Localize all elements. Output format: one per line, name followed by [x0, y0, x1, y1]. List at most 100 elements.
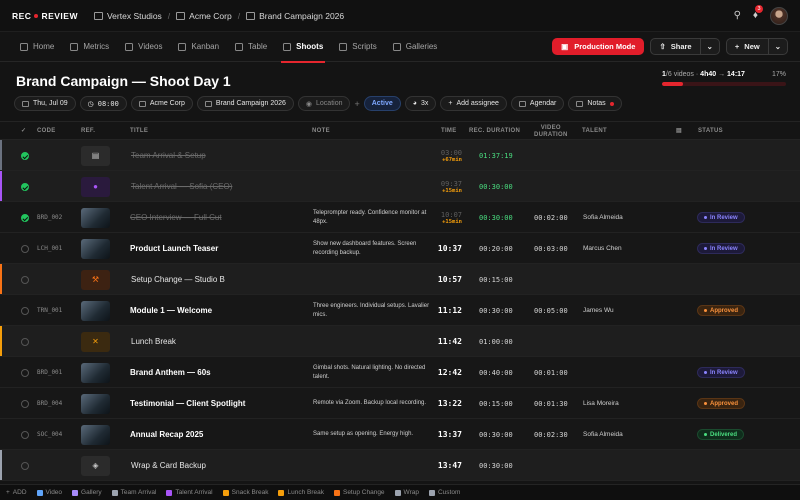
- row-checkbox[interactable]: [21, 430, 29, 439]
- table-row[interactable]: SOC_004 Annual Recap 2025 Same setup as op…: [0, 419, 800, 450]
- tab-galleries[interactable]: Galleries: [385, 32, 446, 62]
- status-badge[interactable]: Approved: [697, 398, 746, 409]
- notes-chip[interactable]: Notas: [568, 96, 622, 111]
- table-row[interactable]: BRD_002 CEO Interview — Full Cut Telepromp…: [0, 202, 800, 233]
- col-ref[interactable]: REF.: [81, 122, 95, 141]
- row-title[interactable]: Setup Change — Studio B: [131, 275, 225, 284]
- add-video-button[interactable]: Video: [36, 489, 62, 496]
- row-title[interactable]: Lunch Break: [131, 337, 176, 346]
- row-checkbox[interactable]: [21, 275, 29, 284]
- chevron-down-icon: ⌄: [774, 42, 781, 51]
- add-talent-arrival-button[interactable]: Talent Arrival: [166, 489, 213, 496]
- video-thumbnail[interactable]: [81, 393, 110, 414]
- add-custom-button[interactable]: Custom: [428, 489, 460, 496]
- add-setup-change-button[interactable]: Setup Change: [333, 489, 385, 496]
- breadcrumb-workspace[interactable]: Vertex Studios: [93, 11, 162, 21]
- col-status[interactable]: STATUS: [698, 122, 723, 141]
- row-note: Remote via Zoom. Backup local recording.: [313, 400, 427, 407]
- table-row[interactable]: BRD_001 Brand Anthem — 60s Gimbal shots. N…: [0, 357, 800, 388]
- table-row[interactable]: ✕ Lunch Break 11:42 01:00:00: [0, 326, 800, 357]
- table-row[interactable]: TRN_001 Module 1 — Welcome Three engineers…: [0, 295, 800, 326]
- location-chip[interactable]: ◉ Location: [297, 96, 351, 111]
- col-time[interactable]: TIME: [441, 122, 457, 141]
- status-badge[interactable]: Delivered: [697, 429, 745, 440]
- bell-icon[interactable]: ♦ 3: [753, 5, 763, 21]
- row-title[interactable]: Wrap & Card Backup: [131, 461, 206, 470]
- video-thumbnail[interactable]: [81, 300, 110, 321]
- production-mode-button[interactable]: ▣ Production Mode: [552, 38, 645, 55]
- add-team-arrival-button[interactable]: Team Arrival: [111, 489, 156, 496]
- row-note: Gimbal shots. Natural lighting. No direc…: [313, 365, 426, 380]
- row-checkbox[interactable]: [21, 151, 29, 160]
- avatar[interactable]: [770, 6, 788, 25]
- add-gallery-button[interactable]: Gallery: [72, 489, 102, 496]
- table-row[interactable]: BRD_004 Testimonial — Client Spotlight Rem…: [0, 388, 800, 419]
- row-title[interactable]: CEO Interview — Full Cut: [130, 213, 222, 222]
- add-snack-break-button[interactable]: Snack Break: [222, 489, 268, 496]
- video-thumbnail[interactable]: [81, 207, 110, 228]
- new-dropdown-button[interactable]: ⌄: [768, 38, 788, 55]
- add-icon[interactable]: +: [354, 99, 359, 109]
- table-row[interactable]: ▤ Team Arrival & Setup 03:00 +67min 01:37:19: [0, 140, 800, 171]
- status-chip[interactable]: Active: [363, 96, 401, 111]
- status-badge[interactable]: In Review: [697, 367, 745, 378]
- row-checkbox[interactable]: [21, 337, 29, 346]
- status-badge[interactable]: In Review: [697, 212, 745, 223]
- video-thumbnail[interactable]: [81, 362, 110, 383]
- project-chip[interactable]: Brand Campaign 2026: [196, 96, 294, 111]
- row-checkbox[interactable]: [21, 461, 29, 470]
- row-time: 13:22: [437, 399, 462, 408]
- row-title[interactable]: Product Launch Teaser: [130, 244, 218, 253]
- row-title[interactable]: Talent Arrival — Sofia (CEO): [131, 182, 232, 191]
- col-code[interactable]: CODE: [37, 122, 56, 141]
- table-row[interactable]: ⚒ Setup Change — Studio B 10:57 00:15:00: [0, 264, 800, 295]
- row-title[interactable]: Annual Recap 2025: [130, 430, 203, 439]
- row-checkbox[interactable]: [21, 182, 29, 191]
- add-wrap-button[interactable]: Wrap: [394, 489, 419, 496]
- table-row[interactable]: ● Talent Arrival — Sofia (CEO) 09:37 +15min…: [0, 171, 800, 202]
- video-thumbnail[interactable]: [81, 238, 110, 259]
- row-checkbox[interactable]: [21, 306, 29, 315]
- row-title[interactable]: Testimonial — Client Spotlight: [130, 399, 245, 408]
- table-row[interactable]: ◈ Wrap & Card Backup 13:47 00:30:00: [0, 450, 800, 481]
- col-talent[interactable]: TALENT: [582, 122, 607, 141]
- status-badge[interactable]: In Review: [697, 243, 745, 254]
- add-lunch-break-button[interactable]: Lunch Break: [278, 489, 324, 496]
- status-badge[interactable]: Approved: [697, 305, 746, 316]
- new-button[interactable]: + New: [725, 38, 769, 55]
- col-title[interactable]: TITLE: [130, 122, 148, 141]
- tab-kanban[interactable]: Kanban: [170, 32, 227, 62]
- tab-metrics[interactable]: Metrics: [62, 32, 117, 62]
- tab-scripts[interactable]: Scripts: [331, 32, 384, 62]
- breadcrumb-client[interactable]: Acme Corp: [176, 11, 232, 21]
- row-checkbox[interactable]: [21, 244, 29, 253]
- video-thumbnail[interactable]: [81, 424, 110, 445]
- client-chip[interactable]: Acme Corp: [130, 96, 193, 111]
- select-all-checkbox[interactable]: ✓: [21, 122, 26, 141]
- date-chip[interactable]: Thu, Jul 09: [14, 96, 76, 111]
- row-checkbox[interactable]: [21, 213, 29, 222]
- col-video-duration[interactable]: VIDEO DURATION: [534, 122, 568, 141]
- col-note[interactable]: NOTE: [312, 122, 330, 141]
- agendar-chip[interactable]: Agendar: [510, 96, 565, 111]
- breadcrumb-project[interactable]: Brand Campaign 2026: [246, 11, 344, 21]
- row-title[interactable]: Team Arrival & Setup: [131, 151, 206, 160]
- tab-table[interactable]: Table: [227, 32, 275, 62]
- app-logo[interactable]: REC REVIEW: [12, 11, 78, 21]
- row-title[interactable]: Module 1 — Welcome: [130, 306, 212, 315]
- start-time-chip[interactable]: ◷ 08:00: [79, 96, 127, 111]
- tab-videos[interactable]: Videos: [117, 32, 170, 62]
- search-icon[interactable]: ⚲: [734, 10, 741, 21]
- col-rec-duration[interactable]: REC. DURATION: [469, 122, 520, 141]
- table-row[interactable]: LCH_001 Product Launch Teaser Show new das…: [0, 233, 800, 264]
- add-assignee-chip[interactable]: + Add assignee: [440, 96, 507, 111]
- share-button[interactable]: ⇧ Share: [650, 38, 701, 55]
- tab-home[interactable]: Home: [12, 32, 62, 62]
- status-dot: [704, 371, 707, 374]
- speed-chip[interactable]: ◕ 3x: [404, 96, 437, 111]
- row-checkbox[interactable]: [21, 399, 29, 408]
- share-dropdown-button[interactable]: ⌄: [700, 38, 720, 55]
- row-checkbox[interactable]: [21, 368, 29, 377]
- tab-shoots[interactable]: Shoots: [275, 32, 331, 63]
- row-title[interactable]: Brand Anthem — 60s: [130, 368, 211, 377]
